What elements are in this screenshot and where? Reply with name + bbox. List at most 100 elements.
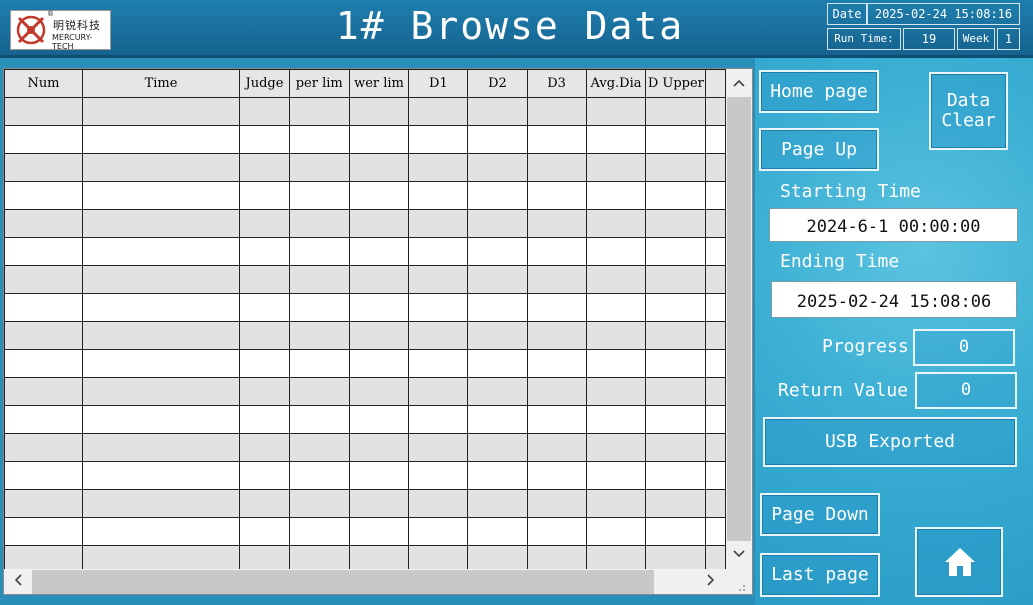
table-cell <box>408 181 469 210</box>
table-row[interactable] <box>4 321 726 350</box>
table-row[interactable] <box>4 153 726 182</box>
vertical-scrollbar[interactable] <box>726 69 752 569</box>
return-value-label: Return Value <box>778 380 909 401</box>
table-cell <box>348 545 410 569</box>
starting-time-field[interactable]: 2024-6-1 00:00:00 <box>769 208 1018 242</box>
table-cell <box>348 237 410 266</box>
table-cell <box>408 377 469 406</box>
column-header-d-upper[interactable]: D Upper <box>645 69 707 98</box>
ending-time-field[interactable]: 2025-02-24 15:08:06 <box>771 281 1017 318</box>
table-row[interactable] <box>4 125 726 154</box>
table-cell <box>585 545 647 569</box>
column-header-d3[interactable]: D3 <box>526 69 587 98</box>
table-row[interactable] <box>4 377 726 406</box>
column-header-num[interactable]: Num <box>4 69 83 98</box>
table-cell <box>288 545 350 569</box>
table-cell <box>526 293 587 322</box>
table-cell <box>348 405 410 434</box>
table-cell <box>705 517 726 546</box>
table-row[interactable] <box>4 237 726 266</box>
scroll-down-arrow-icon[interactable] <box>728 543 750 565</box>
table-cell <box>239 237 290 266</box>
data-grid: Num Time Judge per lim wer lim D1 D2 D3 … <box>4 69 726 569</box>
table-cell <box>645 125 707 154</box>
table-cell <box>705 545 726 569</box>
page-up-button[interactable]: Page Up <box>759 128 879 171</box>
table-cell <box>4 545 83 569</box>
table-cell <box>585 517 647 546</box>
table-cell <box>467 237 528 266</box>
table-cell <box>526 237 587 266</box>
table-row[interactable] <box>4 517 726 546</box>
table-cell <box>288 265 350 294</box>
table-row[interactable] <box>4 349 726 378</box>
table-cell <box>239 97 290 126</box>
home-button[interactable] <box>915 527 1003 597</box>
table-cell <box>81 321 241 350</box>
table-row[interactable] <box>4 293 726 322</box>
table-row[interactable] <box>4 97 726 126</box>
table-row[interactable] <box>4 489 726 518</box>
table-cell <box>526 181 587 210</box>
table-cell <box>526 265 587 294</box>
table-cell <box>288 97 350 126</box>
table-cell <box>288 293 350 322</box>
page-down-button[interactable]: Page Down <box>760 493 880 536</box>
column-header-upper-limit[interactable]: per lim <box>288 69 350 98</box>
column-header-avg-dia[interactable]: Avg.Dia <box>585 69 647 98</box>
table-cell <box>585 153 647 182</box>
scroll-right-arrow-icon[interactable] <box>700 571 722 593</box>
column-header-time[interactable]: Time <box>81 69 241 98</box>
table-cell <box>585 377 647 406</box>
scroll-up-arrow-icon[interactable] <box>728 72 750 94</box>
table-row[interactable] <box>4 545 726 569</box>
table-cell <box>526 209 587 238</box>
table-cell <box>526 377 587 406</box>
table-cell <box>239 405 290 434</box>
table-row[interactable] <box>4 181 726 210</box>
column-header-d1[interactable]: D1 <box>408 69 469 98</box>
table-cell <box>705 97 726 126</box>
logo-english-text: MERCURY-TECH <box>52 33 93 51</box>
table-cell <box>348 265 410 294</box>
home-page-button[interactable]: Home page <box>759 70 879 113</box>
company-logo: ® 明锐科技 MERCURY-TECH <box>10 10 111 51</box>
table-cell <box>526 489 587 518</box>
horizontal-scroll-thumb[interactable] <box>32 570 654 594</box>
resize-grip-icon[interactable] <box>734 577 746 591</box>
column-header-lower-limit[interactable]: wer lim <box>348 69 410 98</box>
scroll-left-arrow-icon[interactable] <box>7 571 29 593</box>
ending-time-label: Ending Time <box>780 251 900 272</box>
table-cell <box>526 405 587 434</box>
table-row[interactable] <box>4 461 726 490</box>
table-cell <box>467 153 528 182</box>
table-row[interactable] <box>4 433 726 462</box>
table-cell <box>81 377 241 406</box>
table-cell <box>705 489 726 518</box>
table-cell <box>585 209 647 238</box>
table-cell <box>585 125 647 154</box>
horizontal-scrollbar[interactable] <box>4 569 752 594</box>
table-cell <box>348 293 410 322</box>
run-time-label: Run Time: <box>827 28 901 50</box>
table-cell <box>526 545 587 569</box>
table-cell <box>467 377 528 406</box>
column-header-judge[interactable]: Judge <box>239 69 290 98</box>
table-row[interactable] <box>4 265 726 294</box>
last-page-button[interactable]: Last page <box>760 553 880 597</box>
table-cell <box>705 153 726 182</box>
usb-exported-button[interactable]: USB Exported <box>763 417 1017 467</box>
vertical-scroll-thumb[interactable] <box>727 97 751 541</box>
table-cell <box>348 461 410 490</box>
data-clear-button[interactable]: Data Clear <box>929 72 1008 150</box>
table-cell <box>645 433 707 462</box>
table-row[interactable] <box>4 405 726 434</box>
table-cell <box>585 293 647 322</box>
table-row[interactable] <box>4 209 726 238</box>
table-cell <box>467 209 528 238</box>
column-header-d2[interactable]: D2 <box>467 69 528 98</box>
table-cell <box>408 517 469 546</box>
home-icon <box>945 548 975 576</box>
table-cell <box>408 209 469 238</box>
table-cell <box>4 265 83 294</box>
